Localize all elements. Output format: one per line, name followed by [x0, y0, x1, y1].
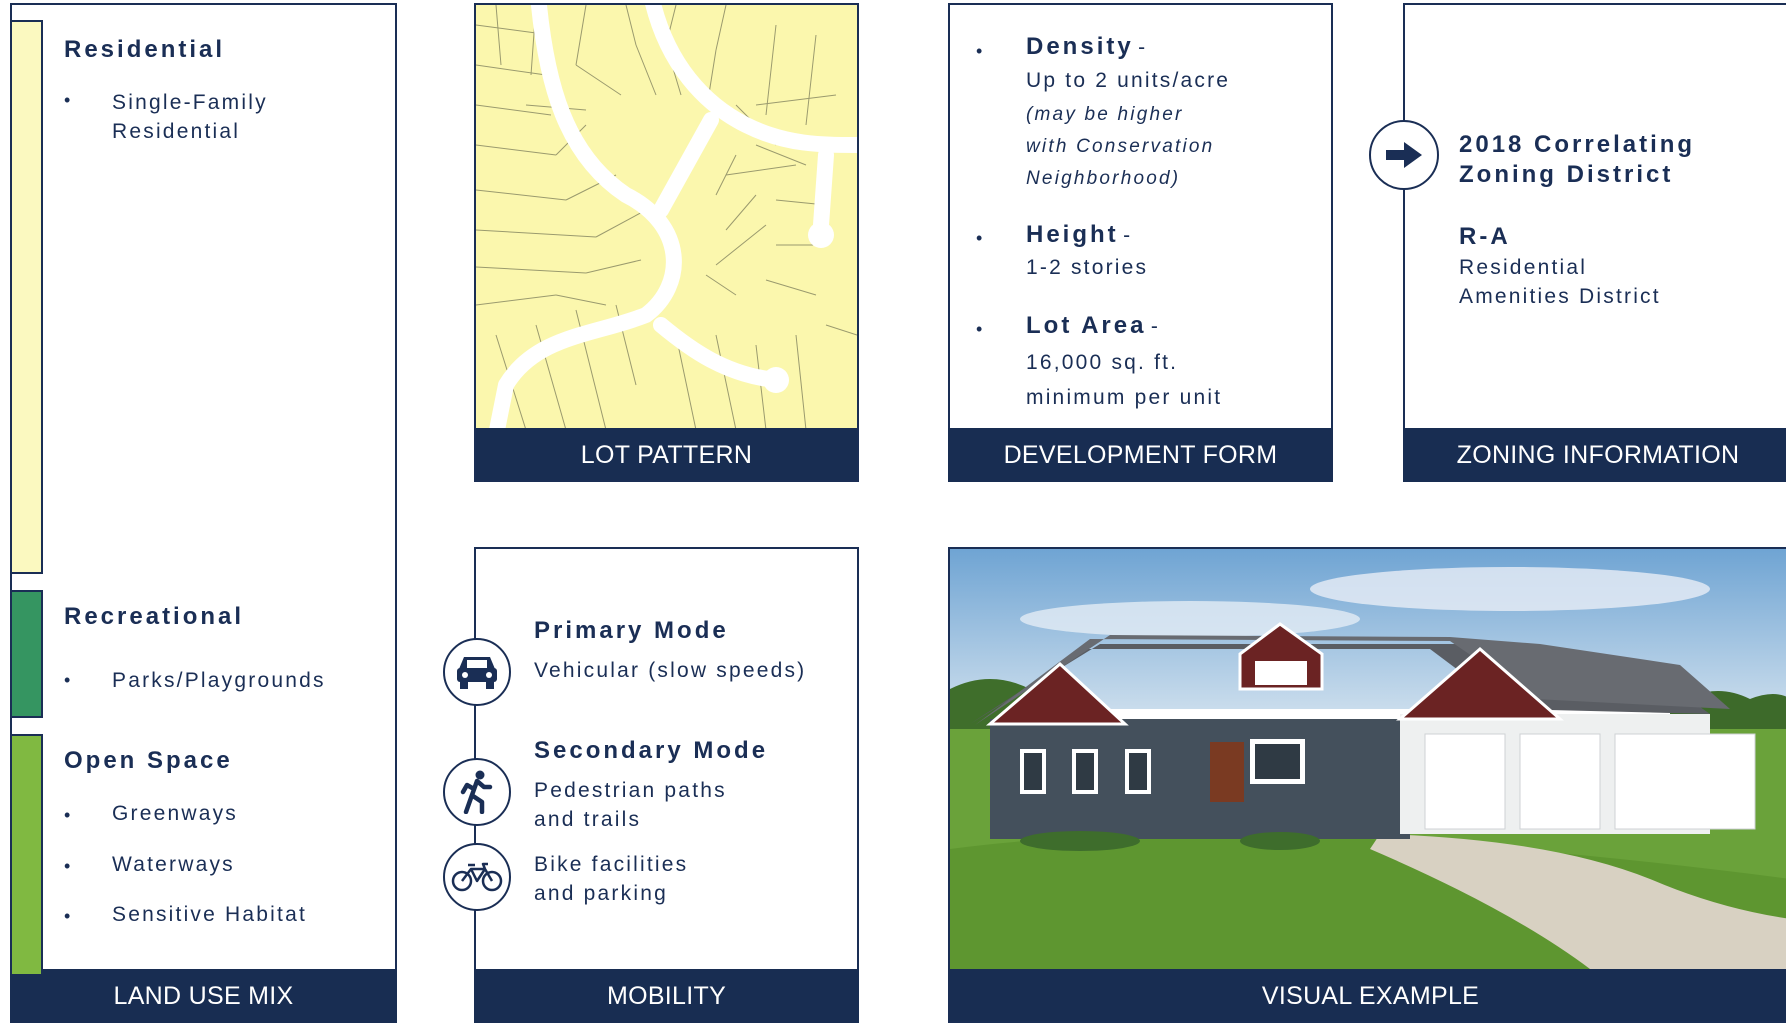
- recreational-heading: Recreational: [64, 603, 245, 630]
- residential-item: Single-Family: [112, 91, 268, 114]
- density-value: Up to 2 units/acre: [1026, 69, 1231, 92]
- lot-pattern-panel: LOT PATTERN: [474, 3, 859, 482]
- land-use-mix-footer: LAND USE MIX: [10, 969, 397, 1023]
- recreational-color-strip: [10, 590, 43, 718]
- lot-area-value: 16,000 sq. ft.: [1026, 351, 1179, 374]
- primary-mode-heading: Primary Mode: [534, 617, 729, 644]
- zoning-code: R-A: [1459, 223, 1511, 250]
- open-space-item: Waterways: [112, 853, 235, 876]
- lot-area-dash: -: [1150, 315, 1161, 338]
- lot-pattern-map: [476, 5, 857, 430]
- height-label: Height: [1026, 221, 1119, 248]
- density-label: Density: [1026, 33, 1134, 60]
- bullet-icon: •: [976, 228, 983, 248]
- zoning-name: Residential: [1459, 256, 1588, 279]
- height-heading: Height -: [1026, 221, 1132, 250]
- lot-area-value: minimum per unit: [1026, 386, 1223, 409]
- visual-example-label: VISUAL EXAMPLE: [1261, 982, 1480, 1010]
- density-note: Neighborhood): [1026, 168, 1181, 189]
- lot-pattern-footer: LOT PATTERN: [476, 428, 857, 480]
- zoning-information-label: ZONING INFORMATION: [1456, 441, 1740, 469]
- bullet-icon: •: [64, 670, 71, 690]
- density-note: with Conservation: [1026, 136, 1215, 157]
- recreational-item: Parks/Playgrounds: [112, 669, 326, 692]
- arrow-right-icon: [1369, 120, 1439, 190]
- house-photo: [950, 549, 1786, 969]
- bullet-icon: •: [64, 805, 71, 825]
- development-form-panel: • Density - Up to 2 units/acre (may be h…: [948, 3, 1333, 482]
- bullet-icon: •: [976, 319, 983, 339]
- bullet-icon: •: [64, 90, 71, 110]
- bike-text: Bike facilities: [534, 853, 689, 876]
- lot-pattern-label: LOT PATTERN: [580, 441, 753, 469]
- mobility-label: MOBILITY: [606, 982, 727, 1010]
- zoning-information-footer: ZONING INFORMATION: [1403, 428, 1786, 482]
- bullet-icon: •: [976, 41, 983, 61]
- land-use-mix-label: LAND USE MIX: [113, 982, 294, 1010]
- zoning-name: Amenities District: [1459, 285, 1661, 308]
- lot-area-label: Lot Area: [1026, 312, 1147, 339]
- zoning-title: 2018 Correlating: [1459, 131, 1696, 158]
- secondary-mode-text: and trails: [534, 808, 642, 831]
- secondary-mode-text: Pedestrian paths: [534, 779, 727, 802]
- open-space-color-strip: [10, 734, 43, 974]
- zoning-information-panel: 2018 Correlating Zoning District R-A Res…: [1403, 3, 1786, 482]
- height-dash: -: [1123, 224, 1133, 247]
- bicycle-icon: [443, 843, 511, 911]
- bike-text: and parking: [534, 882, 668, 905]
- zoning-title: Zoning District: [1459, 161, 1674, 188]
- visual-example-panel: VISUAL EXAMPLE: [948, 547, 1786, 1023]
- mobility-panel: Primary Mode Vehicular (slow speeds) Sec…: [474, 547, 859, 1023]
- mobility-footer: MOBILITY: [474, 969, 859, 1023]
- pedestrian-icon: [443, 758, 511, 826]
- residential-color-strip: [10, 20, 43, 574]
- development-form-label: DEVELOPMENT FORM: [1003, 441, 1278, 469]
- open-space-item: Greenways: [112, 802, 239, 825]
- car-icon: [443, 638, 511, 706]
- primary-mode-text: Vehicular (slow speeds): [534, 659, 807, 682]
- lot-area-heading: Lot Area -: [1026, 312, 1160, 341]
- open-space-heading: Open Space: [64, 747, 233, 774]
- density-heading: Density -: [1026, 33, 1147, 62]
- residential-heading: Residential: [64, 36, 226, 63]
- density-note: (may be higher: [1026, 104, 1184, 125]
- secondary-mode-heading: Secondary Mode: [534, 737, 769, 764]
- visual-example-footer: VISUAL EXAMPLE: [950, 969, 1786, 1021]
- development-form-footer: DEVELOPMENT FORM: [948, 428, 1333, 482]
- residential-item: Residential: [112, 120, 241, 143]
- height-value: 1-2 stories: [1026, 256, 1149, 279]
- density-dash: -: [1138, 36, 1148, 59]
- bullet-icon: •: [64, 856, 71, 876]
- open-space-item: Sensitive Habitat: [112, 903, 307, 926]
- bullet-icon: •: [64, 906, 71, 926]
